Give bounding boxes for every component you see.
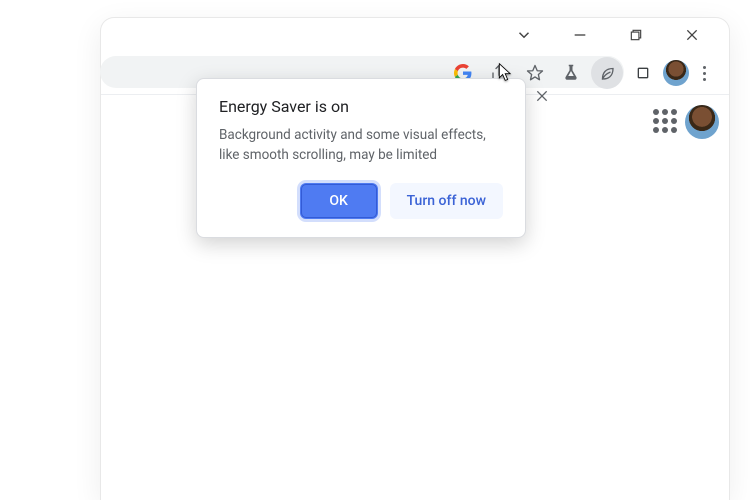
tab-dropdown-icon[interactable]: [509, 20, 539, 50]
flask-icon[interactable]: [555, 57, 587, 89]
page-avatar[interactable]: [685, 105, 719, 139]
caption-bar: [101, 18, 729, 52]
popover-close-icon[interactable]: [529, 83, 555, 109]
popover-button-row: OK Turn off now: [219, 183, 503, 219]
close-icon[interactable]: [677, 20, 707, 50]
maximize-icon[interactable]: [621, 20, 651, 50]
energy-saver-popover: Energy Saver is on Background activity a…: [196, 78, 526, 238]
extensions-icon[interactable]: [627, 57, 659, 89]
toolbar-avatar[interactable]: [663, 60, 689, 86]
popover-body: Background activity and some visual effe…: [219, 126, 503, 165]
apps-grid-icon[interactable]: [653, 109, 677, 133]
kebab-menu[interactable]: [693, 57, 715, 89]
turn-off-button[interactable]: Turn off now: [390, 183, 503, 219]
ok-button[interactable]: OK: [300, 183, 378, 219]
popover-title: Energy Saver is on: [219, 97, 503, 116]
minimize-icon[interactable]: [565, 20, 595, 50]
leaf-icon[interactable]: [591, 57, 623, 89]
